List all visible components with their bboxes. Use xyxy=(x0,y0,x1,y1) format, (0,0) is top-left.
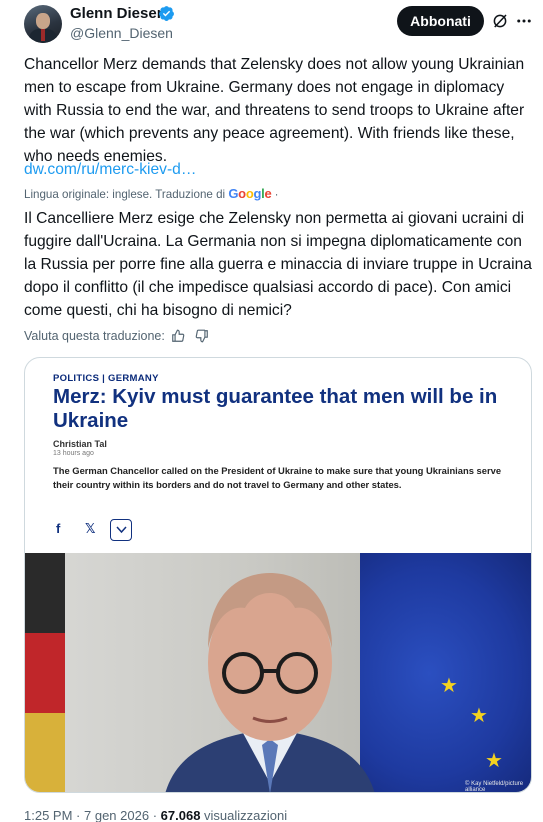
portrait-figure xyxy=(165,573,375,792)
verified-badge-icon xyxy=(159,6,174,21)
article-lede: The German Chancellor called on the Pres… xyxy=(53,465,502,490)
post-link[interactable]: dw.com/ru/merc-kiev-d… xyxy=(24,161,196,179)
rate-translation-label: Valuta questa traduzione: xyxy=(24,329,165,343)
article-header: POLITICS | GERMANY Merz: Kyiv must guara… xyxy=(25,358,531,553)
facebook-share-icon[interactable]: f xyxy=(56,521,60,536)
article-author: Christian Tal xyxy=(53,439,107,449)
share-more-button[interactable] xyxy=(110,519,132,541)
translation-note: Lingua originale: inglese. Traduzione di… xyxy=(24,186,278,201)
article-time-ago: 13 hours ago xyxy=(53,450,94,457)
article-photo: ★ ★ ★ © Kay Nietfeld/picture alliance xyxy=(25,553,531,793)
post-meta: 1:25 PM · 7 gen 2026 · 67.068 visualizza… xyxy=(24,808,288,822)
author-name[interactable]: Glenn Diesen xyxy=(70,5,166,22)
google-logo: Google xyxy=(228,186,272,201)
post-date[interactable]: 7 gen 2026 xyxy=(84,808,149,822)
post-text: Chancellor Merz demands that Zelensky do… xyxy=(24,56,525,165)
grok-icon[interactable] xyxy=(491,12,509,30)
thumbs-up-icon[interactable] xyxy=(171,329,185,343)
link-preview-card[interactable]: POLITICS | GERMANY Merz: Kyiv must guara… xyxy=(24,357,532,793)
rate-translation: Valuta questa traduzione: xyxy=(24,327,209,345)
article-kicker: POLITICS | GERMANY xyxy=(53,373,159,384)
views-count: 67.068 xyxy=(160,808,201,822)
avatar[interactable] xyxy=(24,5,62,43)
post-time[interactable]: 1:25 PM xyxy=(24,808,72,822)
chevron-down-icon xyxy=(116,526,127,534)
german-flag xyxy=(25,553,65,792)
translation-note-text: Lingua originale: inglese. Traduzione di xyxy=(24,188,226,201)
photo-credit: © Kay Nietfeld/picture alliance xyxy=(465,781,524,793)
thumbs-down-icon[interactable] xyxy=(195,329,209,343)
author-handle[interactable]: @Glenn_Diesen xyxy=(70,25,173,41)
x-share-icon[interactable]: 𝕏 xyxy=(85,521,95,537)
views-label: visualizzazioni xyxy=(204,808,288,822)
article-headline[interactable]: Merz: Kyiv must guarantee that men will … xyxy=(53,385,513,433)
translated-text: Il Cancelliere Merz esige che Zelensky n… xyxy=(24,210,532,319)
follow-button[interactable]: Abbonati xyxy=(397,6,484,36)
translation-note-dot: · xyxy=(274,188,279,201)
post-header: Glenn Diesen @Glenn_Diesen Abbonati xyxy=(0,0,543,50)
more-options-icon[interactable] xyxy=(515,12,533,30)
